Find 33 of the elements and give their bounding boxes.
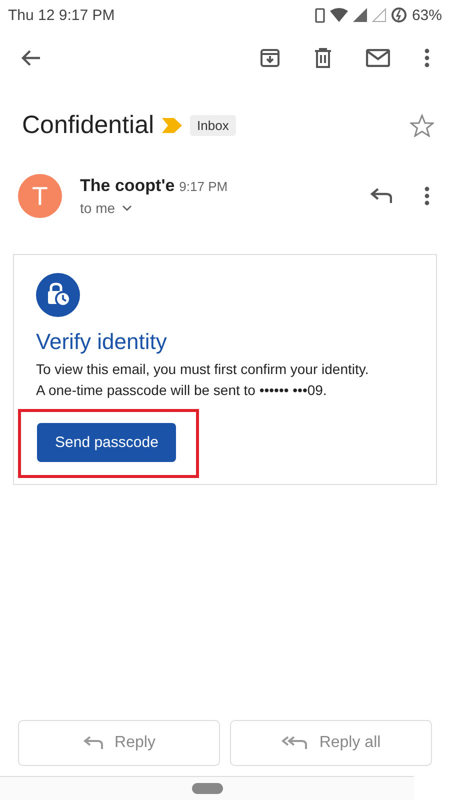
recipient-text: to me bbox=[80, 200, 116, 216]
archive-icon[interactable] bbox=[260, 48, 280, 68]
importance-marker-icon[interactable] bbox=[162, 118, 182, 132]
signal-icon bbox=[352, 8, 367, 22]
reply-all-icon bbox=[281, 736, 308, 750]
mail-icon[interactable] bbox=[366, 49, 390, 67]
status-time: Thu 12 9:17 PM bbox=[8, 6, 115, 24]
battery-saver-icon bbox=[390, 7, 407, 23]
more-icon[interactable] bbox=[424, 186, 430, 206]
reply-all-button[interactable]: Reply all bbox=[230, 720, 432, 766]
signal-empty-icon bbox=[372, 8, 386, 22]
reply-button[interactable]: Reply bbox=[18, 720, 220, 766]
sender-name: The coopt'e bbox=[80, 176, 175, 195]
card-title: Verify identity bbox=[36, 329, 167, 355]
card-text: To view this email, you must first confirm your identity. bbox=[36, 360, 369, 379]
card-text: A one-time passcode will be sent to •••••• •••09. bbox=[36, 381, 327, 400]
message-time: 9:17 PM bbox=[179, 179, 228, 194]
delete-icon[interactable] bbox=[314, 48, 332, 68]
inbox-label[interactable]: Inbox bbox=[190, 114, 236, 136]
send-passcode-button[interactable]: Send passcode bbox=[37, 423, 176, 462]
wifi-icon bbox=[330, 8, 348, 22]
reply-icon[interactable] bbox=[370, 188, 392, 204]
lock-clock-icon bbox=[36, 273, 80, 317]
star-icon[interactable] bbox=[410, 114, 434, 136]
more-icon[interactable] bbox=[424, 48, 430, 68]
phone-icon bbox=[314, 8, 325, 22]
back-icon[interactable] bbox=[21, 49, 41, 67]
subject-title: Confidential bbox=[22, 110, 154, 140]
home-handle[interactable] bbox=[192, 783, 222, 794]
sender-avatar: T bbox=[18, 174, 62, 218]
reply-icon bbox=[82, 736, 103, 750]
chevron-down-icon[interactable] bbox=[122, 204, 132, 212]
battery-percent: 63% bbox=[412, 6, 442, 24]
